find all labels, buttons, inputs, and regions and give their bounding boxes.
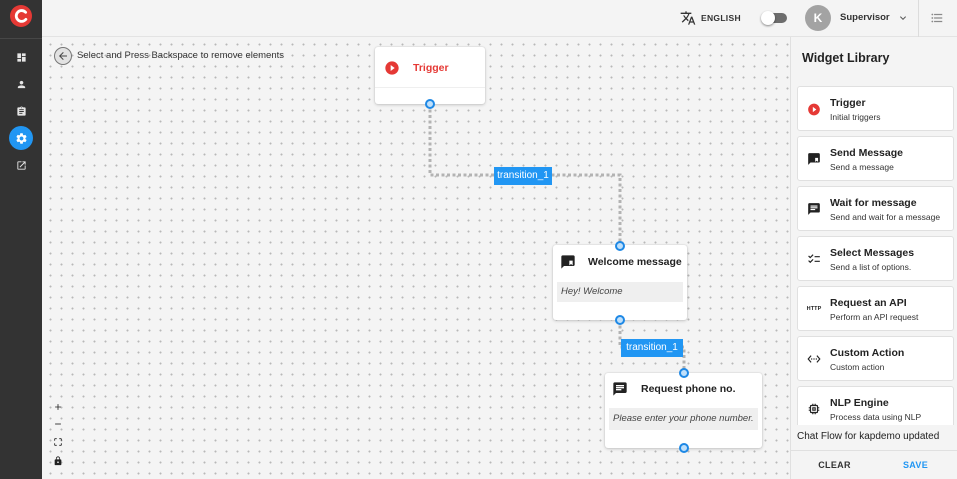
widget-description: Send a list of options. — [830, 262, 912, 272]
app-logo-icon[interactable] — [9, 4, 33, 28]
send-message-icon — [560, 254, 576, 270]
sidebar-item-reports[interactable] — [0, 98, 42, 124]
sidebar-item-external[interactable] — [0, 152, 42, 178]
avatar[interactable]: K — [805, 5, 831, 31]
chevron-down-icon[interactable] — [897, 12, 909, 24]
node-title: Request phone no. — [641, 383, 736, 395]
canvas-hint: Select and Press Backspace to remove ele… — [77, 50, 284, 61]
zoom-in-button[interactable] — [51, 400, 65, 414]
http-icon: HTTP — [806, 302, 822, 316]
panel-actions: CLEAR SAVE — [791, 450, 957, 479]
widget-title: Select Messages — [830, 247, 915, 259]
gear-icon — [15, 132, 27, 144]
node-title: Trigger — [413, 62, 449, 74]
http-icon-text: HTTP — [806, 306, 822, 312]
widget-select-messages[interactable]: Select Messages Send a list of options. — [797, 236, 954, 281]
welcome-output-handle[interactable] — [615, 315, 625, 325]
checklist-icon — [807, 252, 821, 266]
chat-icon — [612, 381, 628, 397]
node-title: Welcome message — [588, 256, 682, 268]
header-divider — [918, 0, 919, 37]
list-icon[interactable] — [930, 11, 944, 25]
sidebar — [0, 0, 42, 479]
widget-custom-action[interactable]: Custom Action Custom action — [797, 336, 954, 381]
zoom-out-icon — [55, 423, 61, 425]
header-toggle-switch[interactable] — [761, 11, 789, 25]
back-button[interactable] — [54, 47, 72, 65]
flow-canvas[interactable]: Select and Press Backspace to remove ele… — [42, 37, 790, 479]
widget-wait-for-message[interactable]: Wait for message Send and wait for a mes… — [797, 186, 954, 231]
sidebar-divider — [0, 38, 42, 39]
widget-library-panel: Widget Library Trigger Initial triggers … — [790, 37, 957, 479]
send-message-icon — [807, 152, 821, 166]
clipboard-icon — [16, 105, 26, 116]
widget-request-api[interactable]: HTTP Request an API Perform an API reque… — [797, 286, 954, 331]
node-welcome-message[interactable]: Welcome message Hey! Welcome — [553, 245, 687, 320]
node-trigger[interactable]: Trigger — [375, 47, 485, 104]
play-circle-icon — [807, 102, 821, 116]
save-button[interactable]: SAVE — [882, 451, 949, 479]
top-bar: ENGLISH K Supervisor — [42, 0, 957, 37]
lock-icon — [54, 456, 62, 466]
node-request-phone[interactable]: Request phone no. Please enter your phon… — [605, 373, 762, 448]
edge-label[interactable]: transition_1 — [621, 339, 683, 357]
request-input-handle[interactable] — [679, 368, 689, 378]
widget-description: Custom action — [830, 362, 885, 372]
fit-view-button[interactable] — [51, 435, 65, 449]
language-label[interactable]: ENGLISH — [701, 12, 741, 24]
sidebar-item-dashboard[interactable] — [0, 44, 42, 70]
edge-label[interactable]: transition_1 — [494, 167, 552, 185]
widget-title: Wait for message — [830, 197, 917, 209]
request-output-handle[interactable] — [679, 443, 689, 453]
widget-title: Trigger — [830, 97, 866, 109]
play-circle-icon — [384, 60, 400, 76]
trigger-output-handle[interactable] — [425, 99, 435, 109]
widget-title: Request an API — [830, 297, 907, 309]
widget-title: Custom Action — [830, 347, 905, 359]
clear-button[interactable]: CLEAR — [801, 451, 868, 479]
toggle-knob — [761, 11, 775, 25]
fit-view-icon — [54, 438, 62, 446]
sidebar-item-users[interactable] — [0, 71, 42, 97]
widget-description: Process data using NLP — [830, 412, 922, 422]
widget-description: Send and wait for a message — [830, 212, 941, 222]
widget-description: Perform an API request — [830, 312, 919, 322]
panel-title: Widget Library — [802, 51, 890, 65]
avatar-initial: K — [813, 11, 823, 25]
welcome-input-handle[interactable] — [615, 241, 625, 251]
widget-title: NLP Engine — [830, 397, 889, 409]
zoom-out-button[interactable] — [51, 417, 65, 431]
translate-icon[interactable] — [680, 10, 696, 26]
user-icon — [17, 80, 25, 88]
widget-send-message[interactable]: Send Message Send a message — [797, 136, 954, 181]
user-role[interactable]: Supervisor — [840, 12, 890, 24]
widget-title: Send Message — [830, 147, 903, 159]
active-indicator — [9, 126, 33, 150]
node-message[interactable]: Please enter your phone number. — [609, 408, 758, 430]
widget-description: Send a message — [830, 162, 894, 172]
chat-icon — [807, 202, 821, 216]
code-icon — [807, 352, 821, 366]
node-divider — [375, 87, 485, 88]
widget-description: Initial triggers — [830, 112, 881, 122]
widget-trigger[interactable]: Trigger Initial triggers — [797, 86, 954, 131]
memory-chip-icon — [807, 402, 821, 416]
zoom-in-icon — [55, 404, 61, 410]
toast-notification: Chat Flow for kapdemo updated — [791, 425, 957, 448]
external-link-icon — [16, 160, 26, 170]
sidebar-item-settings[interactable] — [0, 125, 42, 151]
node-message[interactable]: Hey! Welcome — [557, 282, 683, 302]
dashboard-icon — [16, 52, 26, 62]
arrow-back-icon — [59, 52, 67, 60]
lock-button[interactable] — [51, 454, 65, 468]
